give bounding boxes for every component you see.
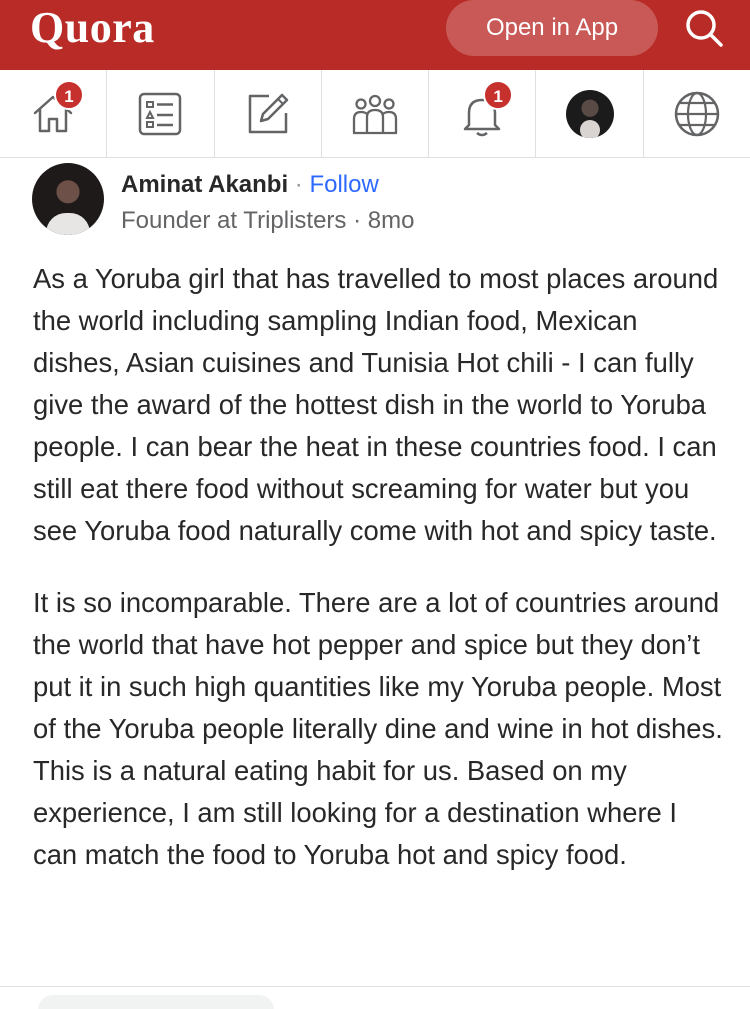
top-header: Quora Open in App bbox=[0, 0, 750, 70]
author-credential: Founder at Triplisters · 8mo bbox=[121, 207, 415, 234]
nav-answer[interactable] bbox=[215, 70, 322, 158]
nav-notifications[interactable]: 1 bbox=[429, 70, 537, 158]
nav-spaces[interactable] bbox=[322, 70, 430, 158]
bottom-action-bar bbox=[0, 986, 750, 1009]
answer-paragraph: It is so incomparable. There are a lot o… bbox=[33, 587, 723, 870]
pencil-edit-icon bbox=[248, 93, 288, 134]
list-icon bbox=[139, 92, 182, 136]
nav-languages[interactable] bbox=[644, 70, 750, 158]
nav-profile[interactable] bbox=[536, 70, 644, 158]
quora-logo[interactable]: Quora bbox=[30, 2, 155, 54]
follow-button[interactable]: Follow bbox=[309, 171, 378, 198]
home-notification-badge: 1 bbox=[54, 80, 84, 110]
answer-body: As a Yoruba girl that has travelled to m… bbox=[33, 258, 723, 906]
nav-following[interactable] bbox=[107, 70, 215, 158]
open-in-app-button[interactable]: Open in App bbox=[446, 0, 658, 56]
nav-home[interactable]: 1 bbox=[0, 70, 108, 158]
upvote-pill[interactable] bbox=[38, 995, 274, 1009]
notifications-badge: 1 bbox=[483, 80, 514, 110]
author-name[interactable]: Aminat Akanbi bbox=[121, 171, 288, 198]
content-fade bbox=[0, 955, 750, 987]
author-line: Aminat Akanbi · Follow bbox=[121, 170, 379, 200]
answer-paragraph: As a Yoruba girl that has travelled to m… bbox=[33, 263, 719, 546]
globe-icon bbox=[674, 91, 720, 137]
separator-dot: · bbox=[288, 171, 310, 198]
main-nav: 1 1 bbox=[0, 70, 750, 158]
people-group-icon bbox=[352, 94, 398, 135]
avatar bbox=[565, 90, 614, 138]
search-icon[interactable] bbox=[680, 4, 728, 52]
author-avatar[interactable] bbox=[32, 163, 104, 235]
